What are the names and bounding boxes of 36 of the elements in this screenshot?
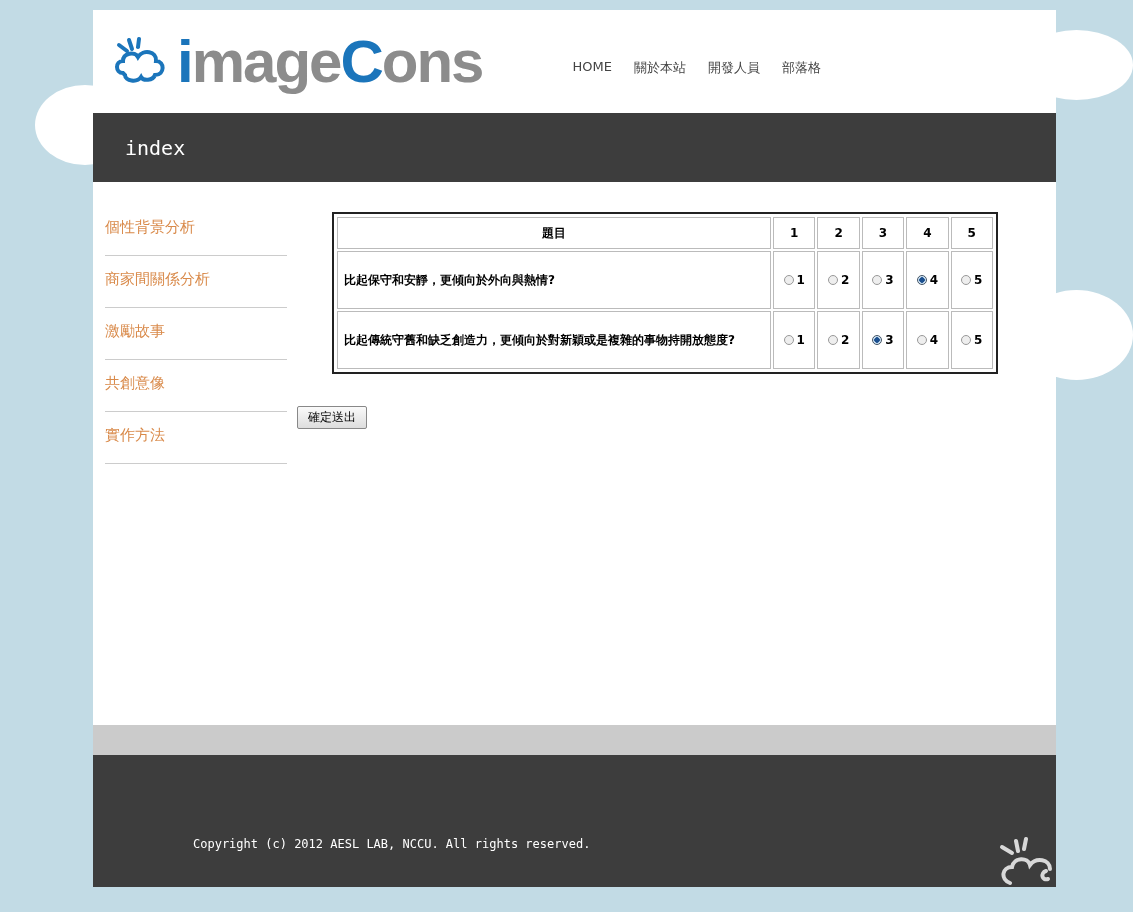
submit-button[interactable]: 確定送出 — [297, 406, 367, 429]
radio-button[interactable] — [872, 274, 883, 285]
radio-label: 2 — [840, 332, 850, 347]
column-header: 2 — [817, 217, 860, 249]
radio-label: 5 — [974, 272, 983, 287]
column-header: 1 — [773, 217, 816, 249]
logo-text: imageCons — [177, 31, 483, 92]
radio-label: 1 — [796, 332, 805, 347]
radio-label: 4 — [929, 272, 939, 287]
column-header: 5 — [950, 217, 993, 249]
nav-link[interactable]: 開發人員 — [707, 58, 760, 77]
nav-link[interactable]: HOME — [572, 58, 612, 77]
question-cell: 比起保守和安靜，更傾向於外向與熱情? — [337, 251, 771, 309]
radio-button[interactable] — [827, 274, 838, 285]
radio-label: 3 — [885, 272, 894, 287]
radio-button[interactable] — [783, 334, 794, 345]
column-header: 題目 — [337, 217, 771, 249]
radio-label: 3 — [885, 332, 894, 347]
radio-label: 5 — [974, 332, 983, 347]
radio-button[interactable] — [783, 274, 794, 285]
radio-button[interactable] — [961, 334, 972, 345]
radio-button[interactable] — [827, 334, 838, 345]
radio-label: 2 — [840, 272, 850, 287]
page-title: index — [125, 135, 186, 160]
question-cell: 比起傳統守舊和缺乏創造力，更傾向於對新穎或是複雜的事物持開放態度? — [337, 311, 771, 369]
radio-button[interactable] — [872, 334, 883, 345]
column-header: 4 — [906, 217, 949, 249]
radio-button[interactable] — [916, 274, 927, 285]
radio-button[interactable] — [916, 334, 927, 345]
column-header: 3 — [861, 217, 905, 249]
radio-button[interactable] — [961, 274, 972, 285]
copyright-text: Copyright (c) 2012 AESL LAB, NCCU. All rights reserved. — [193, 837, 591, 851]
radio-label: 1 — [796, 272, 805, 287]
nav-link[interactable]: 關於本站 — [633, 58, 686, 77]
radio-label: 4 — [929, 332, 939, 347]
nav-link[interactable]: 部落格 — [781, 58, 821, 77]
